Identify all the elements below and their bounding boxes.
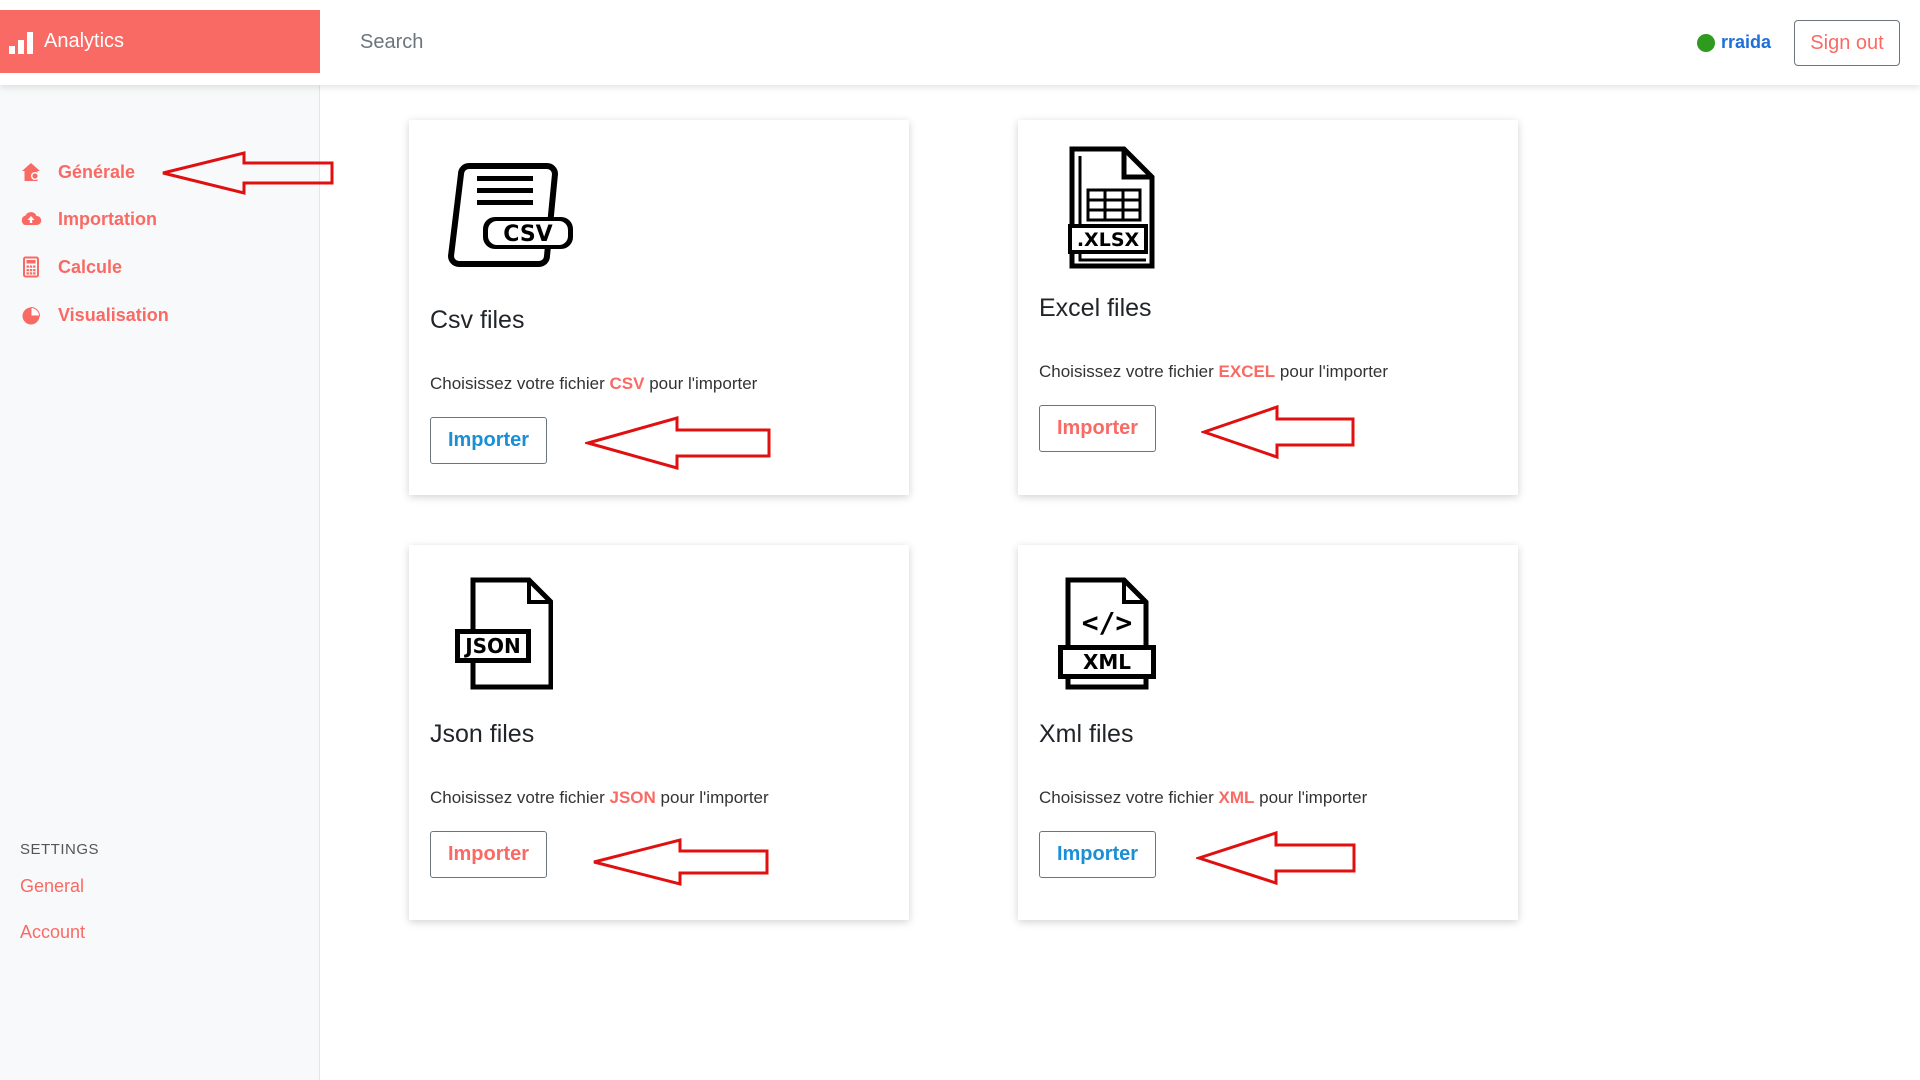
xml-icon-label: XML — [1083, 650, 1131, 674]
sign-out-button[interactable]: Sign out — [1794, 20, 1900, 66]
import-json-button[interactable]: Importer — [430, 831, 547, 878]
annotation-arrow — [1201, 404, 1355, 460]
sidebar-item-importation[interactable]: Importation — [20, 208, 157, 230]
brand-name: Analytics — [44, 30, 125, 52]
card-title: Xml files — [1039, 720, 1134, 748]
csv-icon-label: CSV — [503, 222, 552, 247]
annotation-arrow — [162, 151, 334, 195]
json-file-icon: JSON — [455, 577, 553, 690]
annotation-arrow — [585, 416, 771, 470]
code-brackets-icon: </> — [1082, 606, 1133, 639]
calculator-icon — [23, 256, 39, 278]
card-title: Excel files — [1039, 294, 1152, 322]
card-description: Choisissez votre fichier EXCEL pour l'im… — [1039, 362, 1389, 381]
file-type-highlight: XML — [1218, 788, 1255, 807]
import-excel-button[interactable]: Importer — [1039, 405, 1156, 452]
xlsx-icon-label: .XLSX — [1077, 229, 1140, 251]
xml-file-icon: </> XML — [1058, 577, 1156, 690]
csv-file-icon: CSV — [447, 163, 573, 267]
sidebar: Générale Importation Calcule Visualisati… — [0, 85, 320, 1080]
annotation-arrow — [593, 838, 769, 886]
search-input[interactable]: Search — [360, 31, 423, 54]
sidebar-item-label: Générale — [58, 161, 136, 182]
cloud-upload-icon — [21, 212, 42, 225]
sidebar-item-label: Calcule — [58, 256, 123, 277]
file-type-highlight: JSON — [609, 788, 656, 807]
sidebar-item-visualisation[interactable]: Visualisation — [20, 304, 169, 326]
card-description: Choisissez votre fichier CSV pour l'impo… — [430, 374, 758, 393]
card-title: Json files — [430, 720, 535, 748]
user-status[interactable]: rraida — [1697, 32, 1771, 53]
file-type-highlight: EXCEL — [1218, 362, 1276, 381]
pie-chart-icon — [22, 306, 41, 325]
card-title: Csv files — [430, 306, 525, 334]
bar-chart-icon — [9, 31, 33, 54]
file-type-highlight: CSV — [609, 374, 645, 393]
card-description: Choisissez votre fichier XML pour l'impo… — [1039, 788, 1368, 807]
import-csv-button[interactable]: Importer — [430, 417, 547, 464]
card-description: Choisissez votre fichier JSON pour l'imp… — [430, 788, 769, 807]
sidebar-item-calcule[interactable]: Calcule — [20, 256, 122, 278]
sidebar-item-label: Visualisation — [58, 304, 169, 325]
username: rraida — [1721, 32, 1772, 52]
brand[interactable]: Analytics — [0, 10, 320, 73]
annotation-arrow — [1196, 830, 1356, 886]
settings-heading: SETTINGS — [20, 841, 100, 858]
json-icon-label: JSON — [463, 634, 521, 658]
top-navbar: Analytics Search rraida Sign out — [0, 0, 1920, 85]
settings-link-general[interactable]: General — [20, 876, 84, 897]
sidebar-item-generale[interactable]: Générale — [20, 161, 135, 183]
sidebar-item-label: Importation — [58, 208, 157, 229]
settings-link-account[interactable]: Account — [20, 922, 85, 943]
home-icon — [22, 163, 40, 181]
xlsx-file-icon: .XLSX — [1068, 146, 1155, 269]
import-xml-button[interactable]: Importer — [1039, 831, 1156, 878]
online-status-icon — [1697, 33, 1715, 52]
